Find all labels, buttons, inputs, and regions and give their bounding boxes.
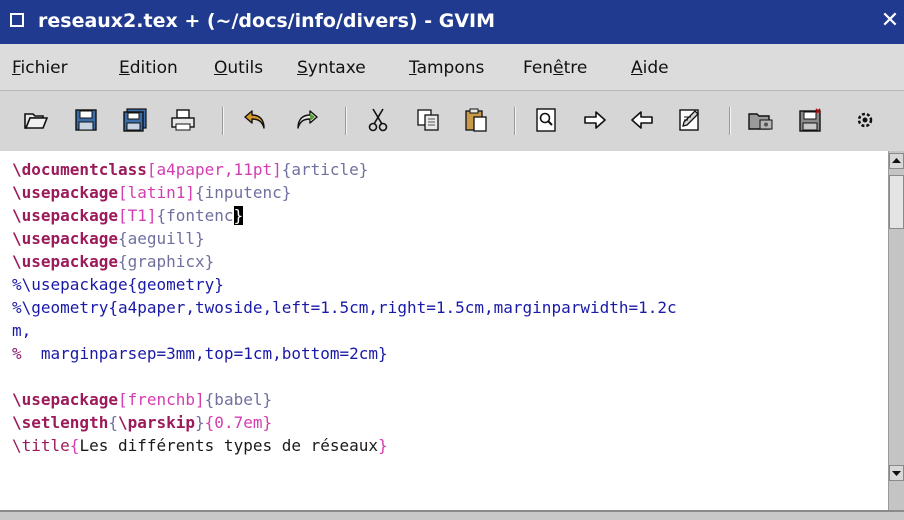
toolbar-separator xyxy=(514,107,516,135)
code-token: Les différents types de réseaux xyxy=(79,436,379,455)
code-token: \usepackage xyxy=(12,390,118,409)
load-session-icon[interactable] xyxy=(746,105,776,135)
editor-line: \usepackage{graphicx} xyxy=(12,250,677,273)
scrollbar-thumb[interactable] xyxy=(889,175,904,229)
code-token: {fontenc xyxy=(156,206,234,225)
title-bar: reseaux2.tex + (~/docs/info/divers) - GV… xyxy=(0,0,904,44)
code-token: \usepackage xyxy=(12,229,118,248)
menu-fichier[interactable]: Fichier xyxy=(12,58,68,78)
editor-line: \usepackage{aeguill} xyxy=(12,227,677,250)
code-token: } xyxy=(195,413,205,432)
vertical-scrollbar[interactable] xyxy=(888,151,904,510)
save-all-icon[interactable] xyxy=(120,105,150,135)
code-token: [a4paper,11pt] xyxy=(146,160,282,179)
print-icon[interactable] xyxy=(168,105,198,135)
code-token: \documentclass xyxy=(12,160,147,179)
scroll-up-button[interactable] xyxy=(889,153,904,169)
code-token: \usepackage xyxy=(12,183,118,202)
menu-fenetre[interactable]: Fenêtre xyxy=(523,58,587,78)
text-cursor: } xyxy=(233,206,244,225)
text-editor[interactable]: \documentclass[a4paper,11pt]{article} \us… xyxy=(0,151,888,510)
code-token: \title xyxy=(12,436,70,455)
save-session-icon[interactable] xyxy=(796,105,826,135)
code-token: { xyxy=(108,413,118,432)
menu-syntaxe[interactable]: Syntaxe xyxy=(297,58,366,78)
code-token: {graphicx} xyxy=(117,252,215,271)
editor-text: \documentclass[a4paper,11pt]{article} \us… xyxy=(12,158,677,457)
editor-line: \usepackage[frenchb]{babel} xyxy=(12,388,677,411)
code-token: \usepackage xyxy=(12,206,118,225)
code-token: {inputenc} xyxy=(195,183,292,202)
menu-bar: Fichier Edition Outils Syntaxe Tampons F… xyxy=(0,44,904,91)
code-token: [latin1] xyxy=(117,183,196,202)
find-prev-icon[interactable] xyxy=(627,105,657,135)
code-token: %\usepackage{geometry} xyxy=(12,275,224,294)
replace-icon[interactable] xyxy=(675,105,705,135)
settings-icon[interactable] xyxy=(850,105,880,135)
code-token: {babel} xyxy=(204,390,273,409)
redo-icon[interactable] xyxy=(292,105,322,135)
editor-line: \usepackage[T1]{fontenc} xyxy=(12,204,677,227)
scroll-down-button[interactable] xyxy=(889,465,904,481)
code-token: { xyxy=(69,436,80,455)
save-icon[interactable] xyxy=(71,105,101,135)
editor-line: %\usepackage{geometry} xyxy=(12,273,677,296)
toolbar xyxy=(0,91,904,151)
paste-icon[interactable] xyxy=(461,105,491,135)
window-menu-icon[interactable] xyxy=(10,13,24,27)
close-button[interactable]: ✕ xyxy=(876,6,904,36)
cut-icon[interactable] xyxy=(363,105,393,135)
undo-icon[interactable] xyxy=(240,105,270,135)
copy-icon[interactable] xyxy=(413,105,443,135)
status-bar xyxy=(0,510,904,520)
code-token: \setlength xyxy=(12,413,109,432)
code-token: marginparsep=3mm,top=1cm,bottom=2cm} xyxy=(21,344,388,363)
code-token: m, xyxy=(12,321,32,340)
code-token: {aeguill} xyxy=(117,229,205,248)
menu-aide[interactable]: Aide xyxy=(631,58,669,78)
editor-line: \usepackage[latin1]{inputenc} xyxy=(12,181,677,204)
menu-outils[interactable]: Outils xyxy=(214,58,263,78)
open-folder-icon[interactable] xyxy=(21,105,51,135)
code-token: % xyxy=(12,344,22,363)
code-token: [T1] xyxy=(117,206,157,225)
menu-tampons[interactable]: Tampons xyxy=(409,58,484,78)
code-token: {article} xyxy=(281,160,369,179)
editor-line: \title{Les différents types de réseaux} xyxy=(12,434,677,457)
code-token: } xyxy=(378,436,388,455)
code-token: %\geometry{a4paper,twoside,left=1.5cm,ri… xyxy=(12,298,677,317)
window-title: reseaux2.tex + (~/docs/info/divers) - GV… xyxy=(38,10,496,32)
editor-line: %\geometry{a4paper,twoside,left=1.5cm,ri… xyxy=(12,296,677,319)
code-token: \parskip xyxy=(117,413,196,432)
editor-line: % marginparsep=3mm,top=1cm,bottom=2cm} xyxy=(12,342,677,365)
editor-line: \setlength{\parskip}{0.7em} xyxy=(12,411,677,434)
toolbar-separator xyxy=(222,107,224,135)
editor-line: m, xyxy=(12,319,677,342)
editor-line: \documentclass[a4paper,11pt]{article} xyxy=(12,158,677,181)
code-token: [frenchb] xyxy=(117,390,205,409)
toolbar-separator xyxy=(729,107,731,135)
toolbar-separator xyxy=(345,107,347,135)
code-token: {0.7em} xyxy=(204,413,273,432)
find-next-icon[interactable] xyxy=(580,105,610,135)
find-icon[interactable] xyxy=(531,105,561,135)
code-token: \usepackage xyxy=(12,252,118,271)
menu-edition[interactable]: Edition xyxy=(119,58,178,78)
